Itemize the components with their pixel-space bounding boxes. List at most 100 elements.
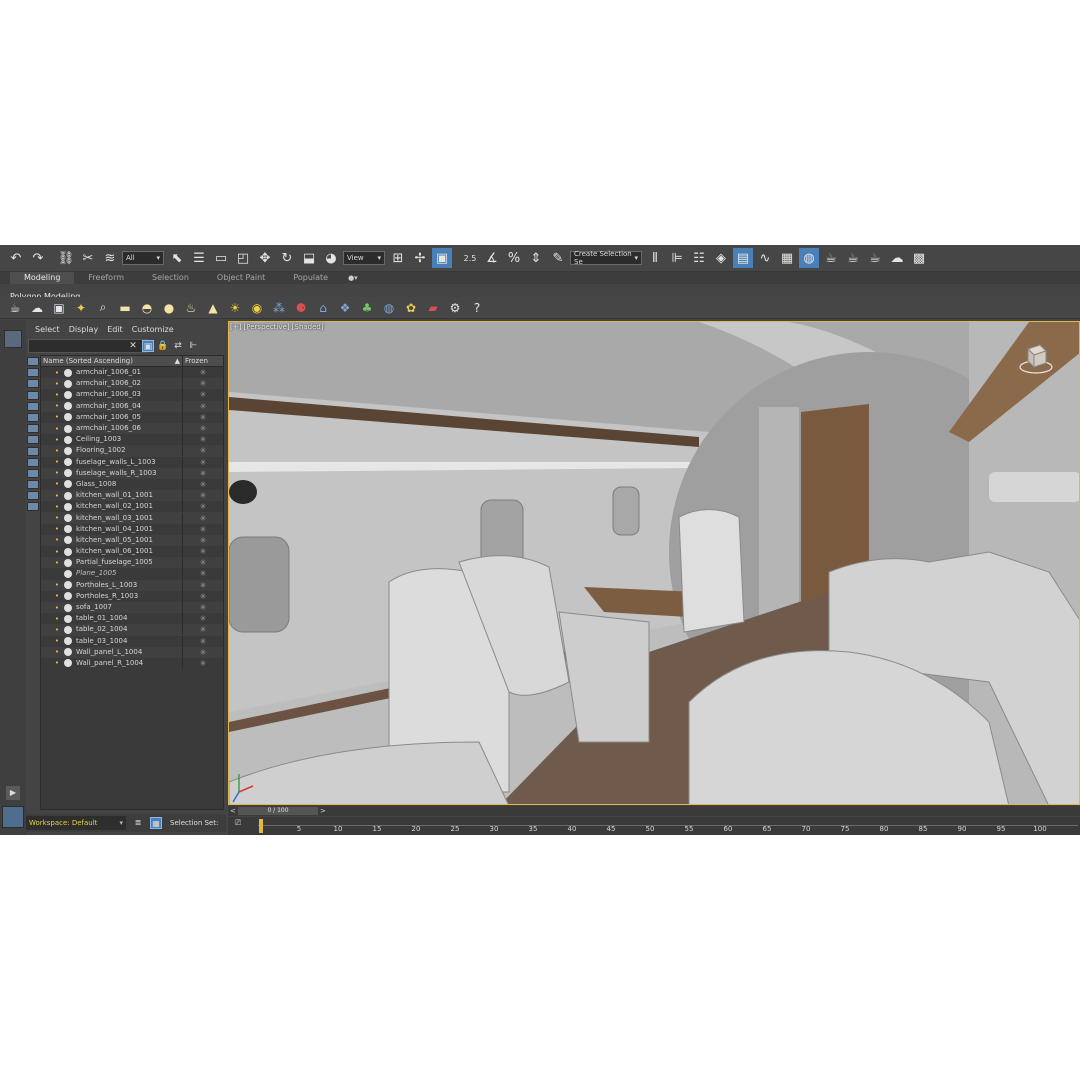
visibility-toggle-icon[interactable] bbox=[64, 458, 72, 467]
material-editor-icon[interactable]: ◍ bbox=[799, 248, 819, 268]
visibility-toggle-icon[interactable] bbox=[64, 569, 72, 578]
filter-type-icon[interactable] bbox=[27, 491, 39, 501]
camera-icon[interactable]: ⌕ bbox=[94, 299, 112, 317]
light-bulb-icon[interactable]: • bbox=[53, 380, 61, 388]
visibility-toggle-icon[interactable] bbox=[64, 491, 72, 500]
hair-icon[interactable]: ❖ bbox=[336, 299, 354, 317]
light-bulb-icon[interactable]: • bbox=[53, 525, 61, 533]
filter-type-icon[interactable] bbox=[27, 435, 39, 445]
tab-populate[interactable]: Populate bbox=[279, 272, 342, 284]
select-move-icon[interactable]: ✥ bbox=[255, 248, 275, 268]
visibility-toggle-icon[interactable] bbox=[64, 592, 72, 601]
frozen-toggle-icon[interactable]: ✳ bbox=[183, 402, 223, 411]
world-icon[interactable]: ◍ bbox=[380, 299, 398, 317]
object-row[interactable]: • kitchen_wall_01_1001 ✳ bbox=[41, 490, 223, 502]
image-plane-icon[interactable]: ▣ bbox=[50, 299, 68, 317]
filter-type-icon[interactable] bbox=[27, 401, 39, 411]
frozen-toggle-icon[interactable]: ✳ bbox=[183, 480, 223, 489]
filmstrip-icon[interactable]: ⎚ bbox=[231, 818, 245, 832]
frozen-toggle-icon[interactable]: ✳ bbox=[183, 648, 223, 657]
frozen-toggle-icon[interactable]: ✳ bbox=[183, 659, 223, 668]
visibility-toggle-icon[interactable] bbox=[64, 659, 72, 668]
cloth-icon[interactable]: ⌂ bbox=[314, 299, 332, 317]
hemisphere-icon[interactable]: ◓ bbox=[138, 299, 156, 317]
object-row[interactable]: • fuselage_walls_L_1003 ✳ bbox=[41, 456, 223, 468]
filter-type-icon[interactable] bbox=[27, 468, 39, 478]
light-bulb-icon[interactable]: • bbox=[53, 469, 61, 477]
select-rotate-icon[interactable]: ↻ bbox=[277, 248, 297, 268]
light-bulb-icon[interactable]: • bbox=[53, 436, 61, 444]
light-bulb-icon[interactable]: • bbox=[53, 369, 61, 377]
object-row[interactable]: • table_02_1004 ✳ bbox=[41, 624, 223, 636]
hierarchy-icon[interactable]: ⊩ bbox=[187, 340, 199, 352]
visibility-toggle-icon[interactable] bbox=[64, 614, 72, 623]
palette-icon[interactable]: ✿ bbox=[402, 299, 420, 317]
place-icon[interactable]: ◕ bbox=[321, 248, 341, 268]
viewcube[interactable] bbox=[1018, 341, 1054, 377]
plane-primitive-icon[interactable]: ▬ bbox=[116, 299, 134, 317]
object-row[interactable]: • table_01_1004 ✳ bbox=[41, 613, 223, 625]
light-bulb-icon[interactable]: • bbox=[53, 659, 61, 667]
light-bulb-icon[interactable]: • bbox=[53, 615, 61, 623]
filter-type-icon[interactable] bbox=[27, 424, 39, 434]
filter-type-icon[interactable] bbox=[27, 379, 39, 389]
skylight-icon[interactable]: ◉ bbox=[248, 299, 266, 317]
select-by-name-icon[interactable]: ☰ bbox=[189, 248, 209, 268]
light-bulb-icon[interactable]: • bbox=[53, 637, 61, 645]
frozen-toggle-icon[interactable]: ✳ bbox=[183, 603, 223, 612]
frozen-toggle-icon[interactable]: ✳ bbox=[183, 536, 223, 545]
visibility-toggle-icon[interactable] bbox=[64, 581, 72, 590]
visibility-toggle-icon[interactable] bbox=[64, 625, 72, 634]
toggle-scene-explorer-icon[interactable]: ☷ bbox=[689, 248, 709, 268]
object-row[interactable]: • armchair_1006_05 ✳ bbox=[41, 411, 223, 423]
light-bulb-icon[interactable]: • bbox=[53, 559, 61, 567]
explorer-filter-button[interactable] bbox=[4, 330, 22, 348]
light-icon[interactable]: ✦ bbox=[72, 299, 90, 317]
frozen-toggle-icon[interactable]: ✳ bbox=[183, 446, 223, 455]
light-bulb-icon[interactable]: • bbox=[53, 480, 61, 488]
visibility-toggle-icon[interactable] bbox=[64, 514, 72, 523]
visibility-toggle-icon[interactable] bbox=[64, 648, 72, 657]
tab-selection[interactable]: Selection bbox=[138, 272, 203, 284]
render-in-cloud-icon[interactable]: ☁ bbox=[887, 248, 907, 268]
light-bulb-icon[interactable]: • bbox=[53, 514, 61, 522]
frozen-toggle-icon[interactable]: ✳ bbox=[183, 637, 223, 646]
visibility-toggle-icon[interactable] bbox=[64, 424, 72, 433]
render-icon[interactable]: ▰ bbox=[424, 299, 442, 317]
light-bulb-icon[interactable]: • bbox=[53, 581, 61, 589]
filter-type-icon[interactable] bbox=[27, 502, 39, 512]
filter-type-icon[interactable] bbox=[27, 457, 39, 467]
filter-type-icon[interactable] bbox=[27, 480, 39, 490]
toggle-layer-explorer-icon[interactable]: ◈ bbox=[711, 248, 731, 268]
rendered-frame-window-icon[interactable]: ☕ bbox=[843, 248, 863, 268]
lock-icon[interactable]: 🔒 bbox=[157, 340, 169, 352]
visibility-toggle-icon[interactable] bbox=[64, 603, 72, 612]
light-bulb-icon[interactable]: • bbox=[53, 402, 61, 410]
play-icon[interactable]: ▶ bbox=[6, 786, 20, 800]
render-production-icon[interactable]: ☕ bbox=[865, 248, 885, 268]
frozen-toggle-icon[interactable]: ✳ bbox=[183, 368, 223, 377]
frozen-toggle-icon[interactable]: ✳ bbox=[183, 424, 223, 433]
light-bulb-icon[interactable]: • bbox=[53, 458, 61, 466]
help-icon[interactable]: ? bbox=[468, 299, 486, 317]
undo-icon[interactable]: ↶ bbox=[6, 248, 26, 268]
mirror-icon[interactable]: ⫴ bbox=[645, 248, 665, 268]
object-row[interactable]: • armchair_1006_04 ✳ bbox=[41, 400, 223, 412]
frozen-toggle-icon[interactable]: ✳ bbox=[183, 435, 223, 444]
foliage-icon[interactable]: ♣ bbox=[358, 299, 376, 317]
frozen-toggle-icon[interactable]: ✳ bbox=[183, 569, 223, 578]
object-row[interactable]: • Partial_fuselage_1005 ✳ bbox=[41, 557, 223, 569]
pivot-center-icon[interactable]: ⊞ bbox=[388, 248, 408, 268]
light-bulb-icon[interactable]: • bbox=[53, 413, 61, 421]
object-row[interactable]: • armchair_1006_06 ✳ bbox=[41, 422, 223, 435]
sun-icon[interactable]: ☀ bbox=[226, 299, 244, 317]
align-icon[interactable]: ⊫ bbox=[667, 248, 687, 268]
a360-gallery-icon[interactable]: ▩ bbox=[909, 248, 929, 268]
frozen-toggle-icon[interactable]: ✳ bbox=[183, 581, 223, 590]
object-row[interactable]: • sofa_1007 ✳ bbox=[41, 601, 223, 614]
object-row[interactable]: • fuselage_walls_R_1003 ✳ bbox=[41, 467, 223, 479]
selection-filter-dropdown[interactable]: All ▾ bbox=[122, 251, 164, 265]
workspace-dropdown[interactable]: Workspace: Default ▾ bbox=[26, 816, 126, 830]
visibility-toggle-icon[interactable] bbox=[64, 379, 72, 388]
column-frozen[interactable]: Frozen bbox=[183, 356, 223, 366]
